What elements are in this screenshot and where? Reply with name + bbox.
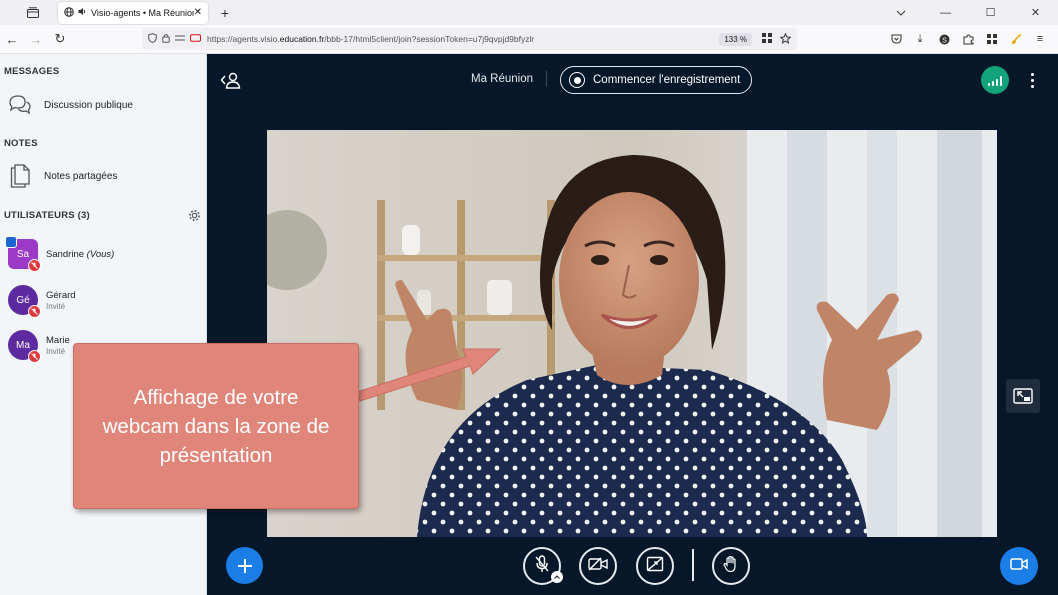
extension-grid-icon[interactable] (762, 33, 772, 45)
gear-icon[interactable] (186, 207, 202, 223)
shared-notes-item[interactable]: Notes partagées (8, 164, 117, 188)
muted-mic-icon (28, 259, 41, 272)
browser-tab-bar: Visio-agents • Ma Réunion ✕ + — ☐ ✕ (0, 0, 1058, 25)
zoom-level[interactable]: 133 % (719, 32, 752, 46)
start-recording-button[interactable]: Commencer l'enregistrement (560, 66, 752, 94)
chat-bubbles-icon (8, 93, 32, 117)
avatar: Gé (8, 285, 41, 318)
sidebar: MESSAGES Discussion publique NOTES Notes… (0, 54, 207, 595)
close-tab-icon[interactable]: ✕ (194, 7, 202, 18)
close-window-button[interactable]: ✕ (1013, 0, 1058, 25)
public-chat-item[interactable]: Discussion publique (8, 93, 133, 117)
user-row-gerard[interactable]: Gé Gérard Invité (8, 285, 76, 318)
hand-icon (723, 555, 739, 578)
tab-overflow-icon[interactable] (878, 0, 923, 25)
meeting-header: Ma Réunion Commencer l'enregistrement (207, 54, 1058, 106)
more-options-icon[interactable] (1023, 68, 1041, 92)
action-bar (207, 537, 1058, 595)
messages-section-title: MESSAGES (4, 66, 60, 77)
meeting-main: Ma Réunion Commencer l'enregistrement (207, 54, 1058, 595)
svg-text:S: S (942, 37, 947, 44)
notes-section-title: NOTES (4, 138, 38, 149)
user-name: Sandrine (Vous) (46, 248, 115, 260)
brush-icon[interactable] (1006, 29, 1026, 49)
document-icon (8, 164, 32, 188)
muted-mic-icon (28, 350, 41, 363)
share-webcam-button[interactable] (579, 547, 617, 585)
camera-active-icon[interactable] (190, 34, 201, 44)
connection-status-icon[interactable] (981, 66, 1009, 94)
user-row-marie[interactable]: Ma Marie Invité (8, 330, 70, 363)
annotation-callout: Affichage de votre webcam dans la zone d… (73, 343, 359, 509)
user-name: Gérard (46, 289, 76, 301)
bookmark-star-icon[interactable] (779, 32, 792, 46)
tab-title: Visio-agents • Ma Réunion (91, 7, 194, 18)
browser-tab[interactable]: Visio-agents • Ma Réunion ✕ (58, 1, 208, 24)
record-icon (569, 72, 585, 88)
globe-icon (64, 6, 74, 19)
back-button[interactable]: ← (0, 27, 24, 51)
avatar: Ma (8, 330, 41, 363)
toggle-userlist-button[interactable] (219, 69, 243, 91)
tab-list-icon[interactable] (22, 2, 44, 24)
record-label: Commencer l'enregistrement (593, 74, 741, 86)
extensions-puzzle-icon[interactable] (958, 29, 978, 49)
title-separator (546, 71, 547, 87)
maximize-button[interactable]: ☐ (968, 0, 1013, 25)
apps-grid-icon[interactable] (982, 29, 1002, 49)
menu-hamburger-icon[interactable]: ≡ (1030, 29, 1050, 49)
screen-share-off-icon (646, 556, 664, 577)
muted-mic-icon (28, 305, 41, 318)
shared-notes-label: Notes partagées (44, 170, 118, 182)
lock-icon[interactable] (162, 33, 170, 45)
pocket-icon[interactable] (886, 29, 906, 49)
permissions-icon[interactable] (175, 34, 185, 44)
speaker-icon[interactable] (78, 7, 87, 18)
presenter-icon (5, 236, 17, 248)
user-role: Invité (46, 301, 66, 311)
user-row-sandrine[interactable]: Sa Sandrine (Vous) (5, 236, 115, 272)
shield-icon[interactable] (148, 33, 157, 45)
download-icon[interactable]: ⤓ (910, 29, 930, 49)
user-name: Marie (46, 334, 70, 346)
actions-plus-button[interactable] (226, 547, 263, 584)
webcam-video (267, 130, 997, 537)
restore-presentation-button[interactable] (1006, 379, 1040, 413)
meeting-title: Ma Réunion (471, 73, 534, 85)
minimize-button[interactable]: — (923, 0, 968, 25)
users-section-title: UTILISATEURS (3) (4, 210, 90, 221)
camera-off-icon (588, 557, 608, 576)
user-role: Invité (46, 346, 66, 356)
new-tab-button[interactable]: + (216, 4, 234, 22)
video-camera-icon (1010, 557, 1028, 575)
share-screen-button[interactable] (636, 547, 674, 585)
webcam-presentation-button[interactable] (1000, 547, 1038, 585)
public-chat-label: Discussion publique (44, 99, 133, 111)
extension-s-icon[interactable]: S (934, 29, 954, 49)
reload-button[interactable]: ↻ (48, 27, 72, 51)
url-text: https://agents.visio.education.fr/bbb-17… (207, 34, 535, 44)
avatar: Sa (5, 236, 41, 272)
raise-hand-button[interactable] (712, 547, 750, 585)
address-bar[interactable]: https://agents.visio.education.fr/bbb-17… (142, 28, 797, 50)
browser-nav-bar: ← → ↻ https://agents.visio.education.fr/… (0, 25, 1058, 54)
audio-options-chevron-icon[interactable] (551, 571, 563, 583)
action-bar-separator (692, 549, 694, 581)
muted-mic-icon (534, 554, 550, 578)
forward-button[interactable]: → (24, 27, 48, 51)
